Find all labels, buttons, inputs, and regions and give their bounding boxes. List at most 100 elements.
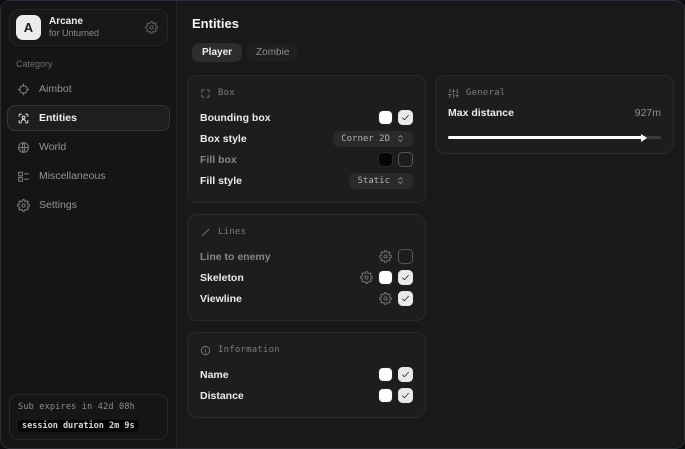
sidebar-item-label: World [39,141,66,153]
max-distance-label: Max distance [448,107,514,119]
max-distance-value: 927m [635,107,661,119]
box-card-header: Box [200,86,413,100]
name-checkbox[interactable] [398,367,413,382]
color-swatch[interactable] [379,153,392,166]
sidebar-item-label: Miscellaneous [39,170,106,182]
box-frame-icon [200,88,211,99]
skeleton-checkbox[interactable] [398,270,413,285]
color-swatch[interactable] [379,368,392,381]
name-controls [379,367,413,382]
diagonal-line-icon [200,227,211,238]
sliders-icon [448,88,459,99]
color-swatch[interactable] [379,271,392,284]
page-title: Entities [192,16,674,31]
color-swatch[interactable] [379,389,392,402]
fill-box-label: Fill box [200,154,237,166]
distance-checkbox[interactable] [398,388,413,403]
lines-card-title: Lines [218,227,246,237]
slider-fill [448,136,645,139]
check-icon [401,370,410,379]
unfold-icon [396,134,405,143]
lines-card: Lines Line to enemy [187,214,426,321]
bounding-box-controls [379,110,413,125]
header-gear-icon[interactable] [145,21,158,34]
fill-style-row: Fill style Static [200,170,413,191]
check-icon [401,294,410,303]
sidebar-item-label: Settings [39,199,77,211]
viewline-controls [379,291,413,306]
slider-track [448,136,661,139]
main-panel: Entities Player Zombie Box Bounding box [177,1,684,448]
box-card-title: Box [218,88,235,98]
app-header: A Arcane for Unturned [9,9,168,46]
distance-row: Distance [200,385,413,406]
general-card-header: General [448,86,661,100]
bounding-box-row: Bounding box [200,107,413,128]
bounding-box-checkbox[interactable] [398,110,413,125]
skeleton-label: Skeleton [200,272,244,284]
information-card-header: Information [200,343,413,357]
color-swatch[interactable] [379,111,392,124]
grid-icon [17,170,30,183]
gear-icon[interactable] [360,271,373,284]
sidebar-item-world[interactable]: World [7,134,170,160]
distance-label: Distance [200,390,244,402]
lines-card-header: Lines [200,225,413,239]
general-card-title: General [466,88,505,98]
check-icon [401,273,410,282]
line-to-enemy-row: Line to enemy [200,246,413,267]
check-icon [401,391,410,400]
fill-box-controls [379,152,413,167]
line-to-enemy-checkbox[interactable] [398,249,413,264]
line-to-enemy-label: Line to enemy [200,251,271,263]
box-style-value: Corner 2D [341,134,390,144]
fill-style-label: Fill style [200,175,242,187]
app-logo: A [16,15,41,40]
box-card: Box Bounding box Box style [187,75,426,203]
viewline-row: Viewline [200,288,413,309]
screen: A Arcane for Unturned Category Aimbot [0,0,685,449]
gear-icon[interactable] [379,292,392,305]
box-style-controls: Corner 2D [333,131,413,147]
session-duration-text: session duration 2m 9s [18,420,139,432]
app-name: Arcane [49,16,99,29]
info-icon [200,345,211,356]
max-distance-row: Max distance 927m [448,107,661,125]
general-card: General Max distance 927m [435,75,674,154]
crosshair-icon [17,83,30,96]
fill-box-row: Fill box [200,149,413,170]
sidebar-item-settings[interactable]: Settings [7,192,170,218]
check-icon [401,113,410,122]
bounding-box-label: Bounding box [200,112,271,124]
sidebar-item-miscellaneous[interactable]: Miscellaneous [7,163,170,189]
sidebar-item-entities[interactable]: Entities [7,105,170,131]
information-card-title: Information [218,345,280,355]
unfold-icon [396,176,405,185]
max-distance-slider[interactable] [448,133,661,142]
globe-icon [17,141,30,154]
viewline-checkbox[interactable] [398,291,413,306]
gear-icon [17,199,30,212]
skeleton-controls [360,270,413,285]
app-subtitle: for Unturned [49,28,99,39]
name-label: Name [200,369,229,381]
tab-zombie[interactable]: Zombie [246,43,299,62]
skeleton-row: Skeleton [200,267,413,288]
box-style-dropdown[interactable]: Corner 2D [333,131,413,147]
category-label: Category [16,59,176,69]
app-meta: Arcane for Unturned [49,16,99,40]
scan-person-icon [17,112,30,125]
slider-thumb[interactable] [641,134,647,142]
viewline-label: Viewline [200,293,242,305]
tab-player[interactable]: Player [192,43,242,62]
gear-icon[interactable] [379,250,392,263]
sidebar-item-label: Aimbot [39,83,72,95]
information-card: Information Name Distance [187,332,426,418]
sub-expiry-text: Sub expires in 42d 08h [18,402,159,412]
distance-controls [379,388,413,403]
box-style-row: Box style Corner 2D [200,128,413,149]
sidebar-nav: Aimbot Entities World Miscellaneous [1,76,176,218]
fill-style-dropdown[interactable]: Static [349,173,413,189]
fill-box-checkbox[interactable] [398,152,413,167]
sidebar-item-aimbot[interactable]: Aimbot [7,76,170,102]
